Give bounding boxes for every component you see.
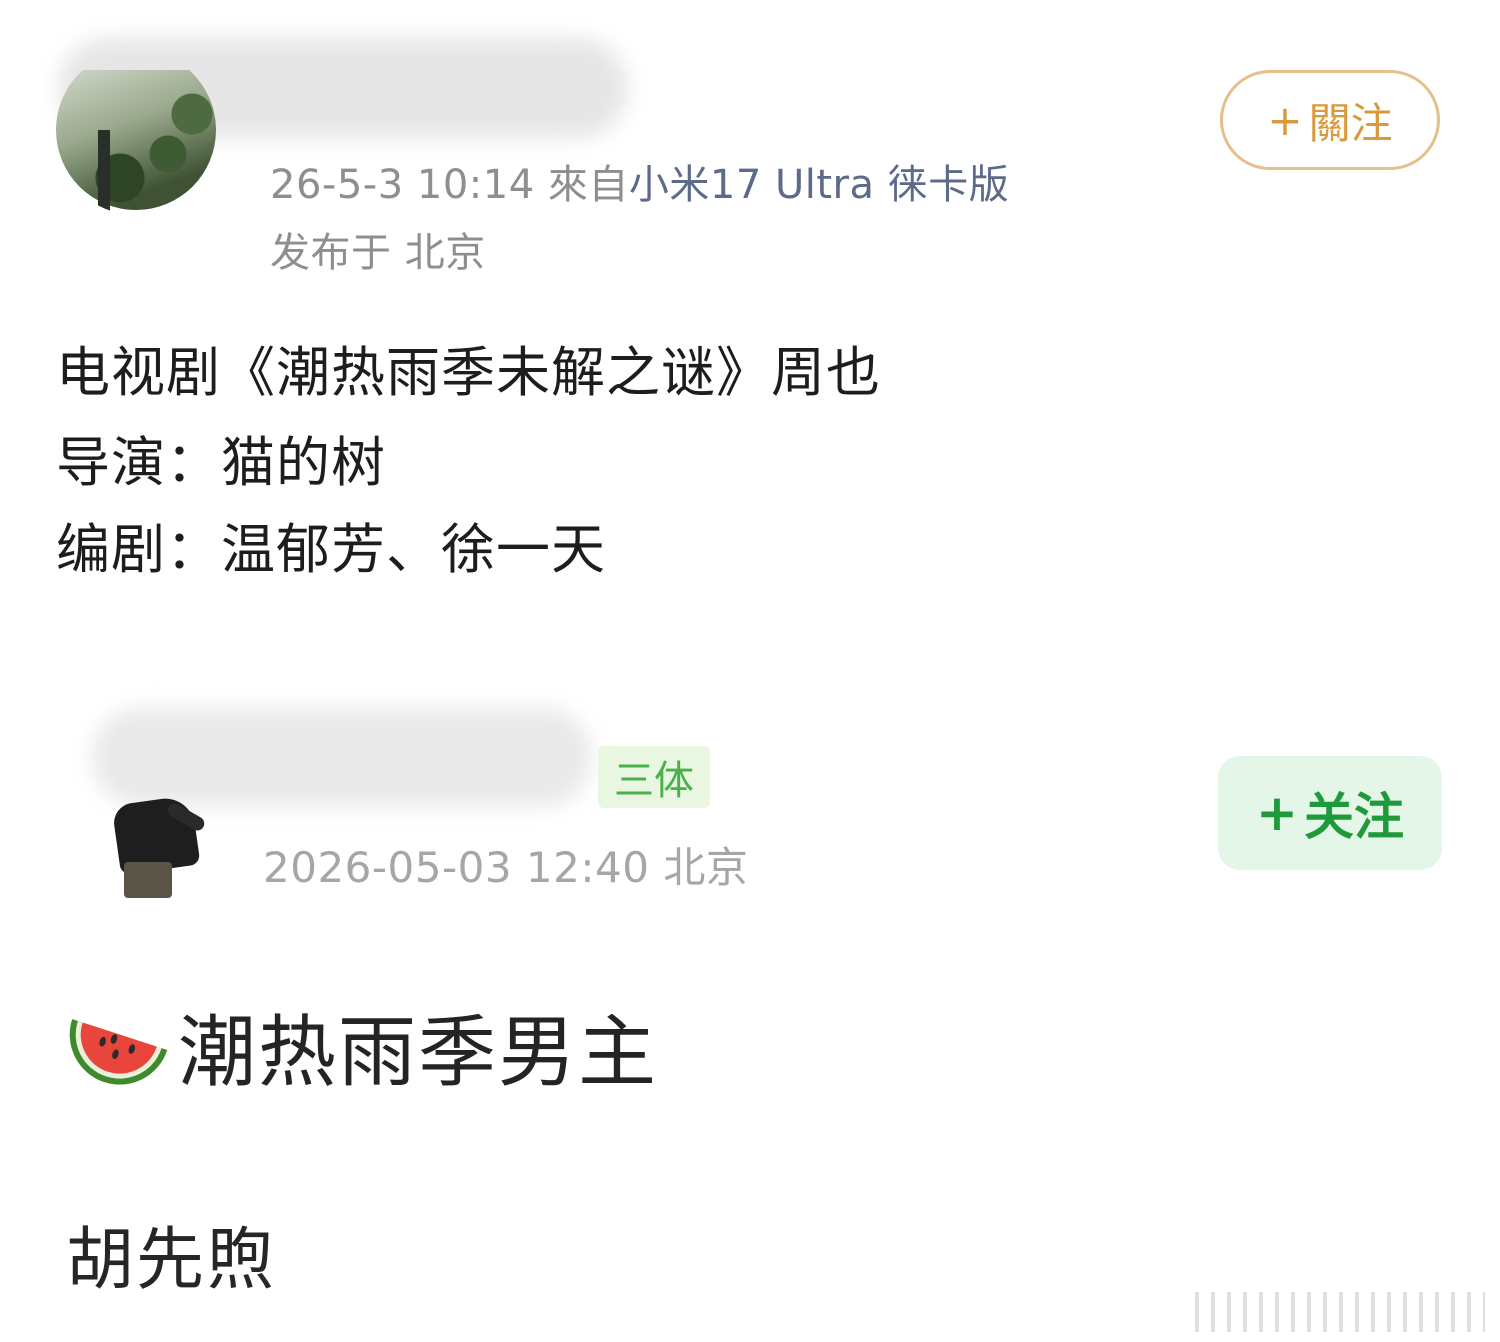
source-device-link[interactable]: 小米17 Ultra 徕卡版 — [629, 162, 1009, 208]
post-content-line: 导演：猫的树 — [56, 431, 386, 494]
watermelon-icon — [62, 996, 170, 1096]
avatar-image — [56, 70, 216, 210]
avatar[interactable] — [96, 770, 226, 900]
post-answer: 胡先煦 — [66, 1221, 277, 1300]
post-time: 26-5-3 10:14 — [270, 162, 535, 208]
source-prefix: 來自 — [547, 162, 629, 208]
tag-badge[interactable]: 三体 — [598, 746, 710, 808]
avatar-figure-legs — [124, 862, 172, 898]
post-time-location: 2026-05-03 12:40 北京 — [263, 843, 749, 892]
avatar-detail — [98, 130, 110, 215]
plus-icon: + — [1267, 95, 1303, 145]
post-card: 26-5-3 10:14 來自小米17 Ultra 徕卡版 发布于 北京 + 關… — [0, 0, 1500, 640]
follow-label: 關注 — [1308, 98, 1393, 148]
post-location: 发布于 北京 — [270, 230, 486, 276]
plus-icon: + — [1256, 784, 1298, 842]
follow-button[interactable]: + 關注 — [1220, 70, 1440, 170]
post-card: 三体 2026-05-03 12:40 北京 + 关注 潮热雨季男主 胡先煦 — [0, 690, 1500, 1342]
post-headline: 潮热雨季男主 — [62, 990, 658, 1102]
avatar[interactable] — [56, 70, 216, 215]
follow-button[interactable]: + 关注 — [1218, 756, 1442, 870]
watermark — [1195, 1292, 1485, 1332]
post-meta: 26-5-3 10:14 來自小米17 Ultra 徕卡版 — [270, 152, 1009, 210]
post-content-line: 编剧：温郁芳、徐一天 — [56, 518, 606, 581]
follow-label: 关注 — [1303, 788, 1404, 846]
headline-text: 潮热雨季男主 — [178, 1008, 659, 1098]
post-content-line: 电视剧《潮热雨季未解之谜》周也 — [56, 341, 881, 404]
